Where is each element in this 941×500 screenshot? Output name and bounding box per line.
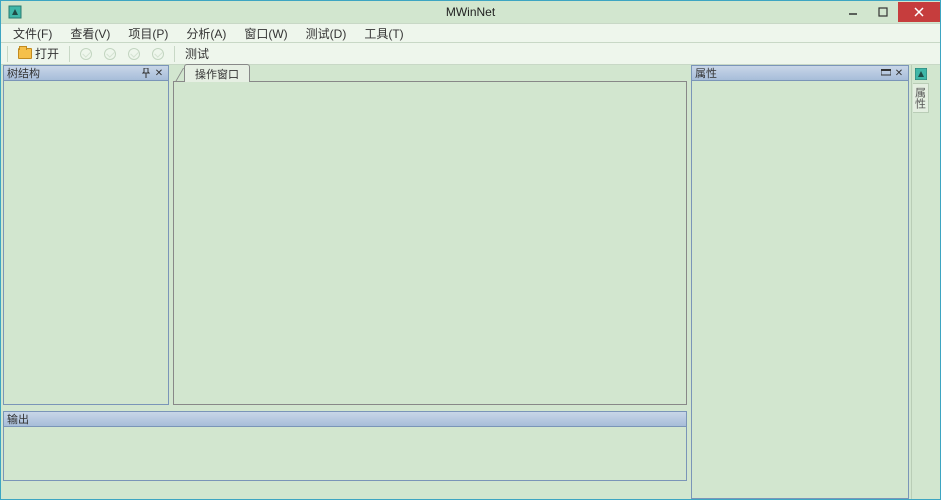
- output-panel-body[interactable]: [3, 427, 687, 481]
- toolbar-action-1[interactable]: [76, 47, 96, 61]
- document-tab-label: 操作窗口: [195, 69, 239, 81]
- pin-icon[interactable]: [140, 67, 152, 79]
- toolbar-action-3[interactable]: [124, 47, 144, 61]
- circle-icon: [128, 48, 140, 60]
- test-label: 测试: [185, 45, 209, 62]
- properties-panel-title: 属性: [695, 65, 717, 81]
- properties-panel-header[interactable]: 属性 ✕: [691, 65, 909, 81]
- window-controls: [838, 2, 940, 22]
- open-label: 打开: [35, 45, 59, 62]
- document-area: 操作窗口: [169, 65, 691, 405]
- test-button[interactable]: 测试: [181, 44, 213, 63]
- autohide-icon[interactable]: [880, 67, 892, 79]
- menu-view[interactable]: 查看(V): [62, 23, 118, 44]
- document-body[interactable]: [173, 81, 687, 405]
- toolbar-separator: [174, 46, 175, 62]
- menu-bar: 文件(F) 查看(V) 项目(P) 分析(A) 窗口(W) 测试(D) 工具(T…: [1, 23, 940, 43]
- document-tab[interactable]: 操作窗口: [184, 64, 250, 82]
- output-panel-header[interactable]: 输出: [3, 411, 687, 427]
- menu-project[interactable]: 项目(P): [120, 23, 176, 44]
- toolbar-separator: [7, 46, 8, 62]
- circle-icon: [104, 48, 116, 60]
- maximize-button[interactable]: [868, 2, 898, 22]
- folder-icon: [18, 48, 32, 59]
- tree-panel-header[interactable]: 树结构 ✕: [3, 65, 169, 81]
- right-gutter: 属性: [911, 65, 929, 499]
- toolbar-action-4[interactable]: [148, 47, 168, 61]
- app-icon: [7, 4, 23, 20]
- open-button[interactable]: 打开: [14, 44, 63, 63]
- properties-panel: 属性 ✕: [691, 65, 911, 499]
- minimize-button[interactable]: [838, 2, 868, 22]
- panel-close-icon[interactable]: ✕: [153, 67, 165, 79]
- menu-window[interactable]: 窗口(W): [236, 23, 295, 44]
- tree-panel-title: 树结构: [7, 65, 40, 81]
- toolbar-separator: [69, 46, 70, 62]
- properties-panel-body[interactable]: [691, 81, 909, 499]
- gutter-app-icon: [914, 67, 928, 81]
- app-title: MWinNet: [446, 5, 495, 19]
- toolbar: 打开 测试: [1, 43, 940, 65]
- workspace: 树结构 ✕ 操作窗口: [1, 65, 940, 499]
- title-bar: MWinNet: [1, 1, 940, 23]
- circle-icon: [80, 48, 92, 60]
- tree-panel: 树结构 ✕: [1, 65, 169, 405]
- menu-tools[interactable]: 工具(T): [356, 23, 411, 44]
- toolbar-action-2[interactable]: [100, 47, 120, 61]
- menu-file[interactable]: 文件(F): [5, 23, 60, 44]
- circle-icon: [152, 48, 164, 60]
- tree-panel-body[interactable]: [3, 81, 169, 405]
- menu-analyze[interactable]: 分析(A): [178, 23, 234, 44]
- menu-test[interactable]: 测试(D): [298, 23, 355, 44]
- gutter-properties-tab[interactable]: 属性: [913, 83, 929, 113]
- close-button[interactable]: [898, 2, 940, 22]
- output-panel: 输出: [3, 411, 687, 481]
- output-panel-title: 输出: [7, 411, 29, 427]
- document-tab-strip: 操作窗口: [173, 65, 687, 81]
- panel-close-icon[interactable]: ✕: [893, 67, 905, 79]
